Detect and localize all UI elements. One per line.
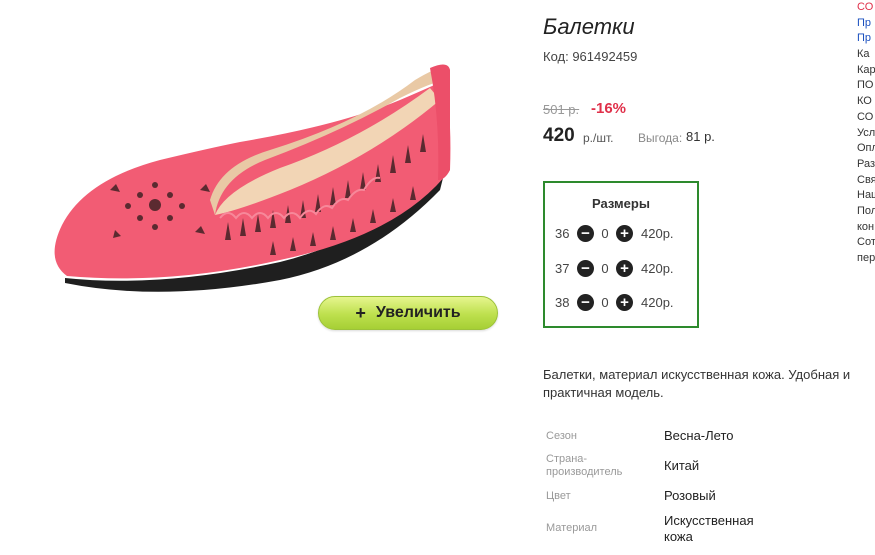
sidebar-link[interactable]: ПО: [857, 78, 875, 94]
sidebar-link[interactable]: Кар: [857, 63, 875, 79]
old-price: 501 р.: [543, 102, 580, 117]
sizes-title: Размеры: [592, 196, 650, 211]
zoom-button-label: Увеличить: [375, 304, 461, 321]
plus-icon: +: [620, 224, 629, 242]
attribute-name: Страна-производитель: [546, 453, 623, 478]
quantity-value: 0: [601, 260, 609, 276]
increase-quantity-button[interactable]: +: [616, 293, 633, 311]
size-label: 38: [555, 294, 570, 310]
minus-icon: −: [581, 224, 590, 242]
increase-quantity-button[interactable]: +: [616, 259, 633, 277]
savings-label: Выгода:: [638, 131, 683, 145]
size-row: 38 − 0 + 420р.: [555, 292, 674, 312]
savings-value: 81 р.: [686, 129, 715, 144]
attribute-value: Розовый: [664, 488, 716, 503]
size-price: 420р.: [641, 260, 674, 276]
size-price: 420р.: [641, 294, 674, 310]
sidebar-link[interactable]: Пр: [857, 16, 875, 32]
sidebar-link[interactable]: Пол: [857, 204, 875, 220]
sidebar-link[interactable]: Раз: [857, 157, 875, 173]
decrease-quantity-button[interactable]: −: [577, 224, 594, 242]
size-label: 36: [555, 225, 570, 241]
attribute-name: Материал: [546, 522, 597, 534]
sidebar-link[interactable]: Пр: [857, 31, 875, 47]
attribute-value: Китай: [664, 458, 700, 473]
sidebar-link[interactable]: кон: [857, 220, 875, 236]
attribute-name: Сезон: [546, 430, 577, 442]
sidebar-link[interactable]: Свя: [857, 173, 875, 189]
attribute-name: Цвет: [546, 490, 571, 502]
product-image[interactable]: [40, 40, 470, 320]
attribute-value: Искусственная кожа: [664, 513, 754, 544]
sizes-panel: Размеры 36 − 0 + 420р. 37 − 0 + 420р. 38…: [543, 181, 699, 328]
sidebar-link[interactable]: Наш: [857, 188, 875, 204]
quantity-value: 0: [601, 294, 609, 310]
product-description: Балетки, материал искусственная кожа. Уд…: [543, 367, 851, 400]
zoom-button[interactable]: + Увеличить: [318, 296, 498, 330]
sidebar-link[interactable]: Опл: [857, 141, 875, 157]
sidebar-link[interactable]: пер: [857, 251, 875, 267]
plus-icon: +: [620, 259, 629, 277]
size-row: 36 − 0 + 420р.: [555, 223, 674, 243]
price-unit: р./шт.: [583, 131, 614, 145]
sidebar-link[interactable]: СО: [857, 110, 875, 126]
discount-badge: -16%: [591, 100, 627, 117]
minus-icon: −: [581, 293, 590, 311]
attribute-value: Весна-Лето: [664, 428, 734, 443]
increase-quantity-button[interactable]: +: [616, 224, 633, 242]
sidebar-link[interactable]: КО: [857, 94, 875, 110]
decrease-quantity-button[interactable]: −: [577, 293, 594, 311]
sidebar-link[interactable]: СО: [857, 0, 875, 16]
quantity-value: 0: [601, 225, 609, 241]
current-price: 420: [543, 125, 575, 146]
plus-icon: +: [620, 293, 629, 311]
product-title: Балетки: [543, 14, 635, 39]
sidebar-menu: СО Пр Пр Ка Кар ПО КО СО Усл Опл Раз Свя…: [857, 0, 875, 267]
product-sku: Код: 961492459: [543, 49, 638, 64]
sidebar-link[interactable]: Сот: [857, 235, 875, 251]
size-label: 37: [555, 260, 570, 276]
size-price: 420р.: [641, 225, 674, 241]
size-row: 37 − 0 + 420р.: [555, 258, 674, 278]
decrease-quantity-button[interactable]: −: [577, 259, 594, 277]
sidebar-link[interactable]: Ка: [857, 47, 875, 63]
plus-icon: +: [355, 303, 366, 323]
sidebar-link[interactable]: Усл: [857, 126, 875, 142]
minus-icon: −: [581, 259, 590, 277]
